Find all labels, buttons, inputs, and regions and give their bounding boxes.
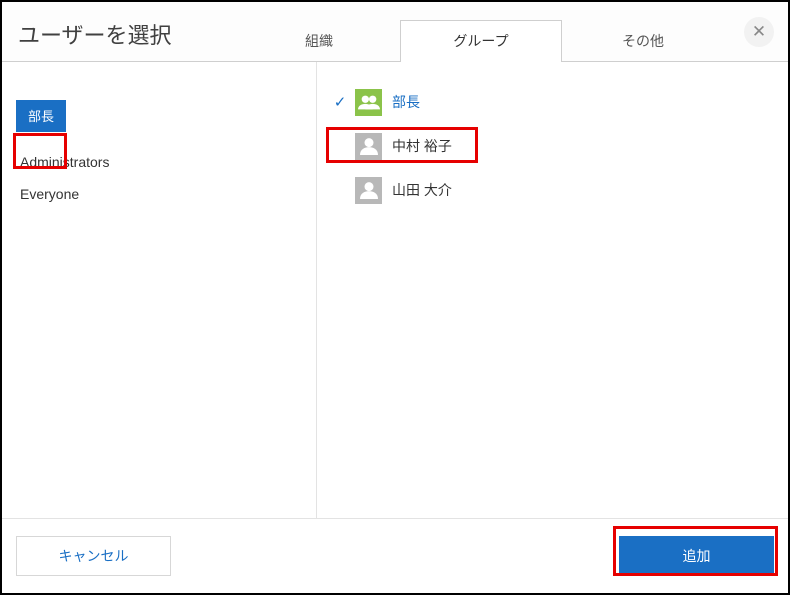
tab-other[interactable]: その他 <box>562 20 724 61</box>
user-avatar-icon <box>355 133 382 160</box>
cancel-button-label: キャンセル <box>59 546 129 566</box>
user-select-dialog: ユーザーを選択 組織 グループ その他 ✕ 部長 Administrators … <box>0 0 790 595</box>
tab-group[interactable]: グループ <box>400 20 562 61</box>
cancel-button[interactable]: キャンセル <box>16 536 171 576</box>
list-row-label: 部長 <box>392 92 420 112</box>
sidebar-item-administrators[interactable]: Administrators <box>2 146 316 178</box>
close-button[interactable]: ✕ <box>744 17 774 47</box>
tab-label: その他 <box>622 33 664 49</box>
sidebar: 部長 Administrators Everyone <box>2 62 317 518</box>
tabs: 組織 グループ その他 <box>238 2 788 61</box>
tab-label: グループ <box>453 33 508 49</box>
user-list: ✓ 部長 中村 裕子 山田 大介 <box>317 62 788 518</box>
add-button[interactable]: 追加 <box>619 536 774 576</box>
dialog-footer: キャンセル 追加 <box>2 518 788 593</box>
list-row-label: 中村 裕子 <box>392 136 452 156</box>
dialog-header: ユーザーを選択 組織 グループ その他 ✕ <box>2 2 788 62</box>
group-avatar-icon <box>355 89 382 116</box>
list-row-user[interactable]: 山田 大介 <box>317 168 788 212</box>
tab-label: 組織 <box>305 33 333 49</box>
sidebar-item-everyone[interactable]: Everyone <box>2 178 316 210</box>
selected-chip-wrap: 部長 <box>2 100 316 132</box>
add-button-label: 追加 <box>683 546 711 566</box>
user-avatar-icon <box>355 177 382 204</box>
list-row-label: 山田 大介 <box>392 180 452 200</box>
dialog-body: 部長 Administrators Everyone ✓ 部長 中村 裕子 <box>2 62 788 518</box>
close-icon: ✕ <box>752 22 766 42</box>
list-row-group[interactable]: ✓ 部長 <box>317 80 788 124</box>
dialog-title: ユーザーを選択 <box>2 2 238 61</box>
tab-organization[interactable]: 組織 <box>238 20 400 61</box>
list-row-user[interactable]: 中村 裕子 <box>317 124 788 168</box>
selected-group-chip[interactable]: 部長 <box>16 100 66 132</box>
check-icon: ✓ <box>329 93 351 111</box>
